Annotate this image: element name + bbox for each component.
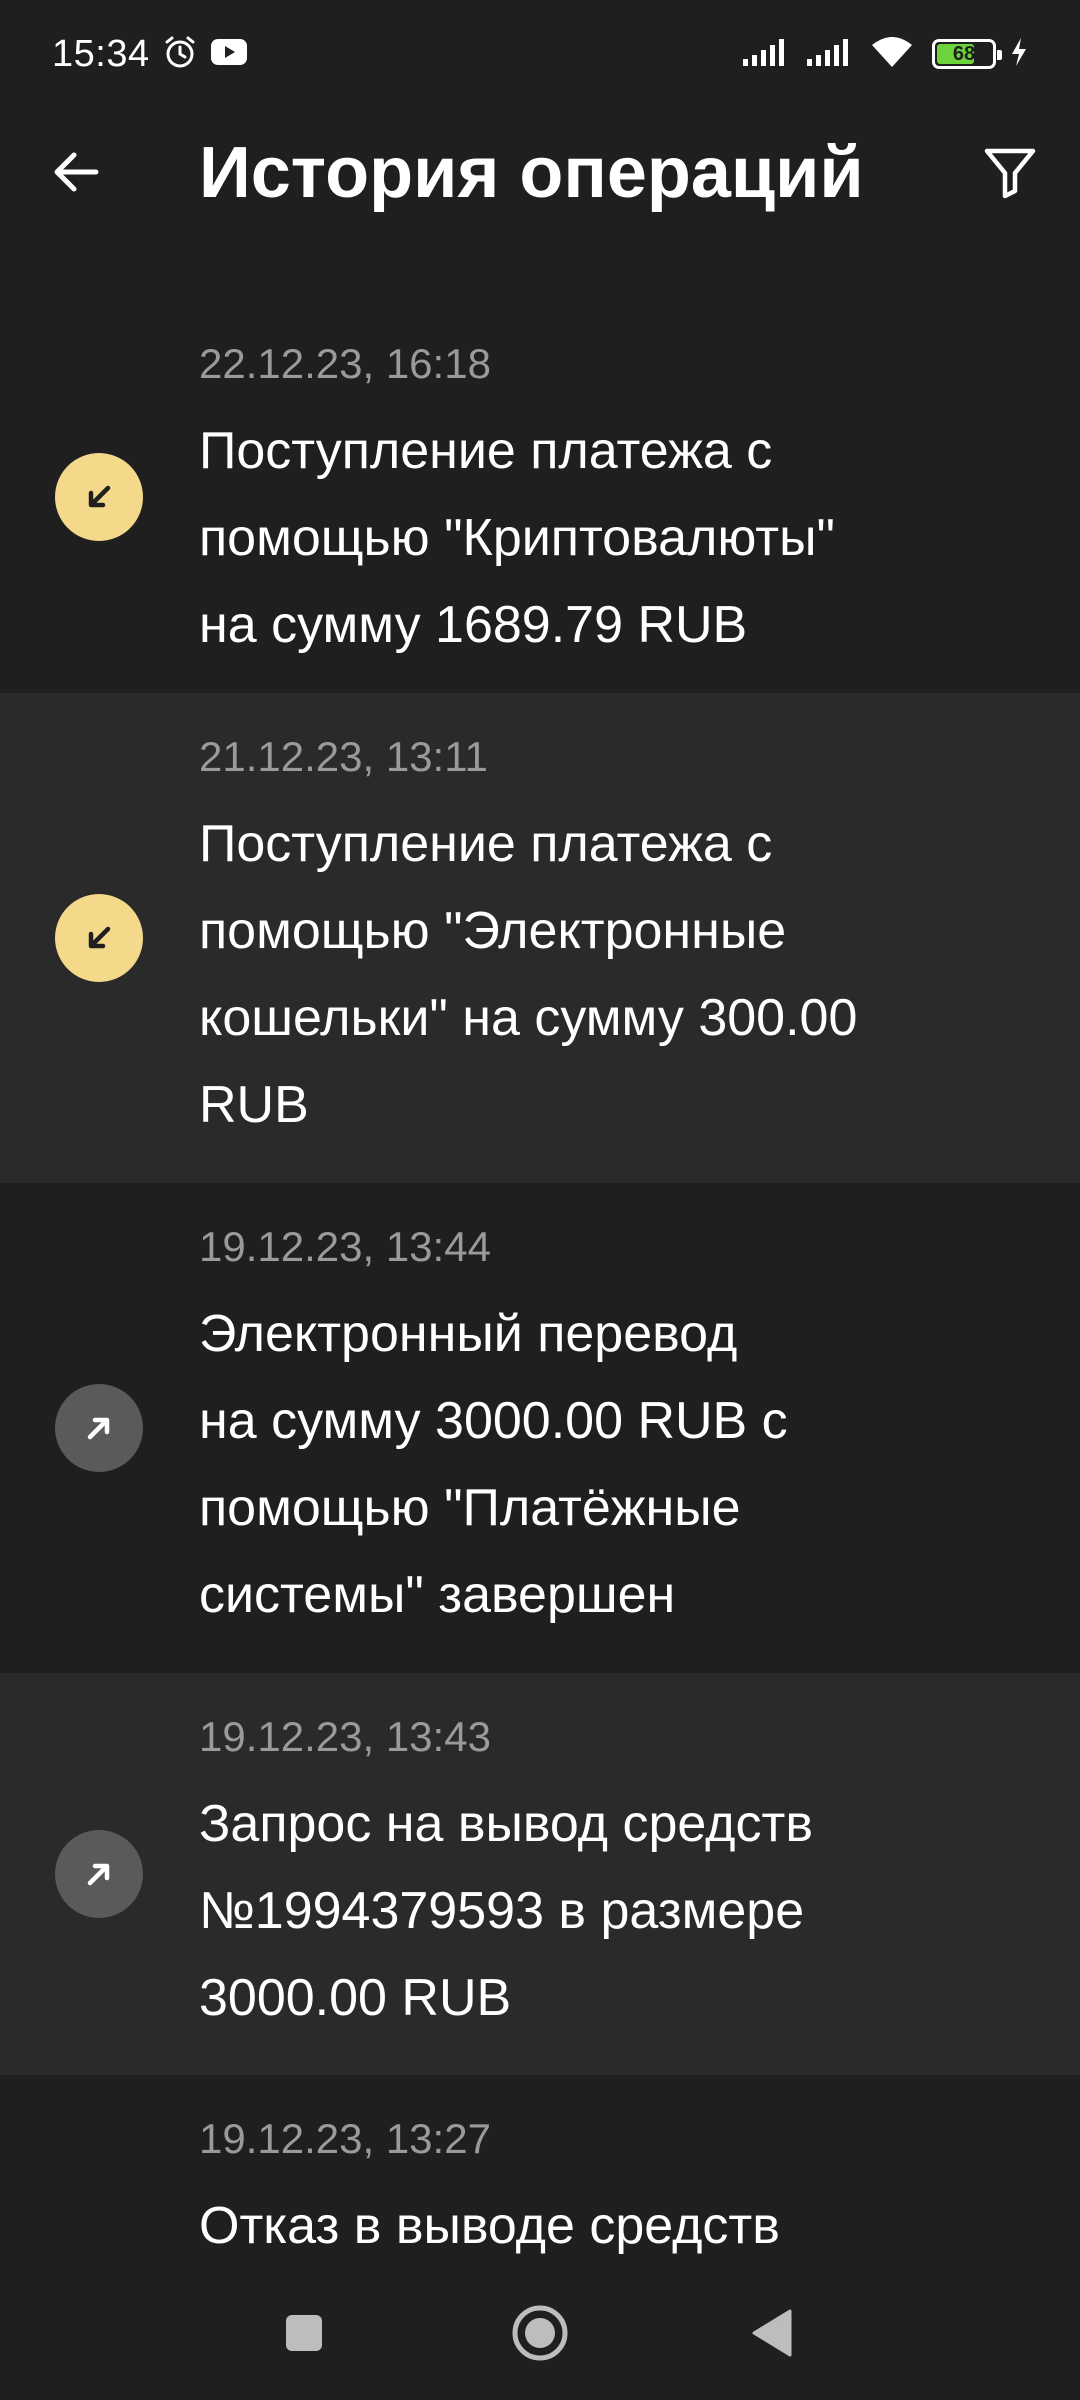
charging-icon: [1010, 37, 1028, 72]
filter-button[interactable]: [974, 138, 1046, 210]
outgoing-arrow-icon: [55, 1830, 143, 1918]
operation-description: Поступление платежа с помощью "Криптовал…: [199, 422, 835, 654]
home-button[interactable]: [502, 2297, 578, 2373]
operations-list: 22.12.23, 16:18 Поступление платежа с по…: [0, 300, 1080, 2375]
page-title: История операций: [199, 133, 864, 213]
operation-date: 22.12.23, 16:18: [199, 340, 491, 387]
wifi-icon: [870, 35, 914, 74]
operation-date: 21.12.23, 13:11: [199, 733, 488, 780]
back-triangle-icon: [750, 2308, 794, 2363]
outgoing-arrow-icon: [55, 1384, 143, 1472]
status-time: 15:34: [52, 32, 150, 75]
operation-item[interactable]: 19.12.23, 13:44 Электронный перевод на с…: [0, 1183, 1080, 1673]
arrow-left-icon: [50, 146, 102, 203]
back-button[interactable]: [40, 138, 112, 210]
back-nav-button[interactable]: [734, 2297, 810, 2373]
incoming-arrow-icon: [55, 453, 143, 541]
operation-item[interactable]: 19.12.23, 13:43 Запрос на вывод средств …: [0, 1673, 1080, 2075]
operation-item[interactable]: 22.12.23, 16:18 Поступление платежа с по…: [0, 300, 1080, 693]
operation-description: Запрос на вывод средств №1994379593 в ра…: [199, 1795, 813, 2027]
operation-date: 19.12.23, 13:43: [199, 1713, 491, 1760]
signal-icon: [806, 37, 856, 72]
battery-icon: 68: [932, 39, 1002, 69]
signal-icon: [742, 37, 792, 72]
status-bar-left: 15:34: [52, 33, 248, 76]
app-header: История операций: [0, 108, 1080, 238]
youtube-icon: [210, 37, 248, 72]
recents-square-icon: [284, 2313, 324, 2358]
screen: 15:34 68 История операций 22.12.23, 16:1…: [0, 0, 1080, 2400]
status-bar-right: 68: [742, 35, 1028, 74]
status-bar: 15:34 68: [0, 0, 1080, 108]
operation-item[interactable]: 21.12.23, 13:11 Поступление платежа с по…: [0, 693, 1080, 1183]
operation-date: 19.12.23, 13:27: [199, 2115, 491, 2162]
battery-level-text: 68: [952, 42, 976, 65]
operation-description: Отказ в выводе средств: [199, 2197, 780, 2255]
home-circle-icon: [510, 2303, 570, 2368]
operation-description: Поступление платежа с помощью "Электронн…: [199, 815, 858, 1134]
system-navigation-bar: [0, 2270, 1080, 2400]
alarm-icon: [162, 34, 198, 75]
operation-description: Электронный перевод на сумму 3000.00 RUB…: [199, 1305, 788, 1624]
operation-date: 19.12.23, 13:44: [199, 1223, 491, 1270]
filter-icon: [983, 145, 1037, 204]
recents-button[interactable]: [266, 2297, 342, 2373]
incoming-arrow-icon: [55, 894, 143, 982]
